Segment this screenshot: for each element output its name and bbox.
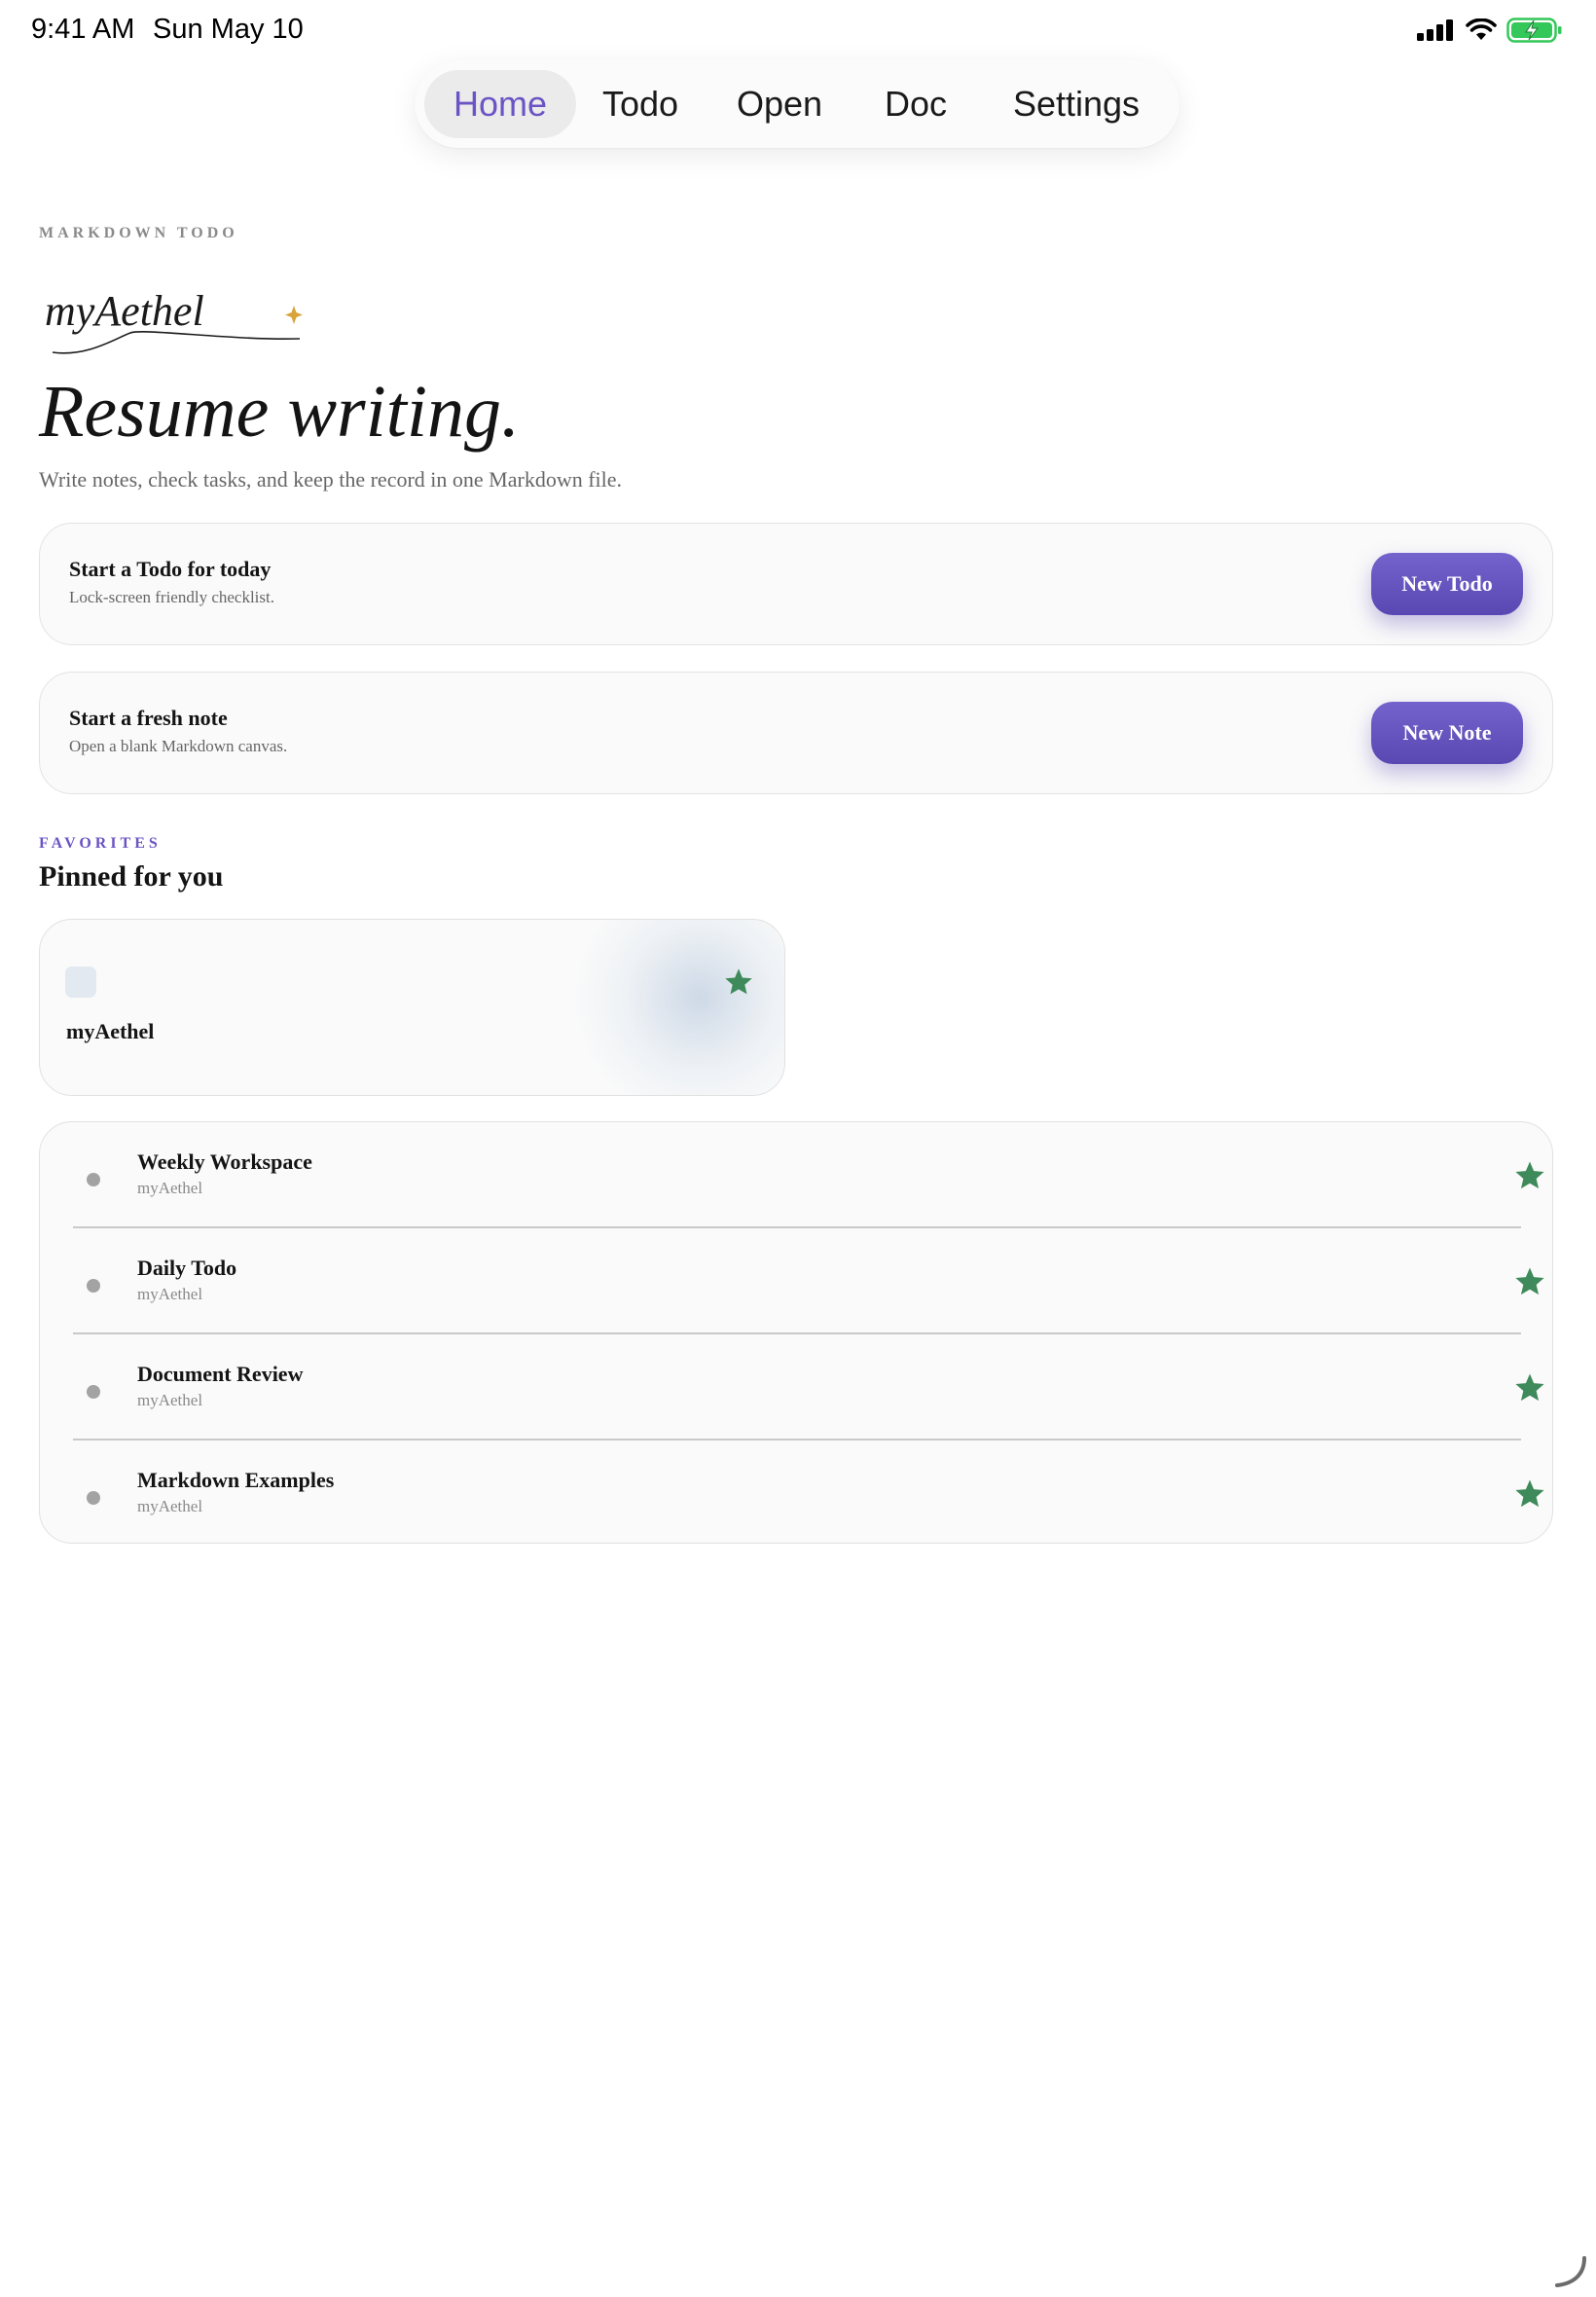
- favorites-title: Pinned for you: [39, 860, 224, 893]
- sparkle-icon: [285, 306, 303, 324]
- top-tab-bar: Home Todo Open Doc Settings: [415, 60, 1179, 148]
- list-item-subtitle: myAethel: [137, 1497, 203, 1515]
- list-item[interactable]: Weekly Workspace myAethel: [73, 1122, 1544, 1227]
- new-note-card: Start a fresh note Open a blank Markdown…: [39, 672, 1553, 794]
- new-todo-card: Start a Todo for today Lock-screen frien…: [39, 523, 1553, 645]
- list-item-subtitle: myAethel: [137, 1179, 203, 1197]
- tab-doc[interactable]: Doc: [862, 70, 969, 138]
- battery-charging-icon: [1506, 18, 1562, 43]
- page-title: Resume writing.: [39, 371, 520, 453]
- tab-todo[interactable]: Todo: [582, 70, 699, 138]
- new-todo-button[interactable]: New Todo: [1371, 553, 1523, 615]
- bullet-dot: [87, 1173, 100, 1186]
- bullet-dot: [87, 1279, 100, 1293]
- app-logo: myAethel: [45, 287, 303, 354]
- status-icons: [1417, 18, 1563, 43]
- tab-home[interactable]: Home: [424, 70, 576, 138]
- bullet-dot: [87, 1491, 100, 1505]
- card-glow: [561, 920, 784, 1095]
- bullet-dot: [87, 1385, 100, 1399]
- list-item[interactable]: Markdown Examples myAethel: [73, 1440, 1544, 1546]
- list-item-title: Markdown Examples: [137, 1468, 335, 1492]
- status-bar: 9:41 AM Sun May 10: [0, 0, 1596, 60]
- list-item[interactable]: Daily Todo myAethel: [73, 1228, 1544, 1333]
- action-description: Open a blank Markdown canvas.: [69, 737, 288, 755]
- tab-open[interactable]: Open: [716, 70, 843, 138]
- list-item-title: Document Review: [137, 1362, 304, 1386]
- status-date: Sun May 10: [153, 14, 304, 45]
- list-item-title: Daily Todo: [137, 1256, 237, 1280]
- action-title: Start a fresh note: [69, 706, 228, 730]
- document-icon: [65, 966, 96, 998]
- tab-settings[interactable]: Settings: [995, 70, 1158, 138]
- favorites-list: Weekly Workspace myAethel Daily Todo myA…: [39, 1121, 1553, 1544]
- status-time: 9:41 AM: [31, 14, 135, 45]
- section-eyebrow: MARKDOWN TODO: [39, 225, 238, 241]
- list-item-subtitle: myAethel: [137, 1285, 203, 1303]
- star-icon[interactable]: [1513, 1265, 1546, 1298]
- star-icon[interactable]: [1513, 1477, 1546, 1511]
- wifi-icon: [1466, 18, 1497, 40]
- action-description: Lock-screen friendly checklist.: [69, 588, 274, 606]
- star-icon[interactable]: [1513, 1159, 1546, 1192]
- new-note-button[interactable]: New Note: [1371, 702, 1523, 764]
- page-subtitle: Write notes, check tasks, and keep the r…: [39, 467, 623, 492]
- list-item[interactable]: Document Review myAethel: [73, 1334, 1544, 1440]
- list-item-subtitle: myAethel: [137, 1391, 203, 1409]
- action-title: Start a Todo for today: [69, 557, 272, 581]
- star-icon[interactable]: [723, 966, 754, 998]
- favorites-eyebrow: FAVORITES: [39, 835, 162, 852]
- pinned-card[interactable]: myAethel: [39, 919, 785, 1096]
- svg-text:myAethel: myAethel: [45, 287, 204, 335]
- list-item-title: Weekly Workspace: [137, 1149, 312, 1174]
- cellular-signal-icon: [1417, 19, 1453, 41]
- star-icon[interactable]: [1513, 1371, 1546, 1404]
- pinned-card-title: myAethel: [66, 1019, 155, 1043]
- resize-handle-icon[interactable]: [1551, 2252, 1590, 2291]
